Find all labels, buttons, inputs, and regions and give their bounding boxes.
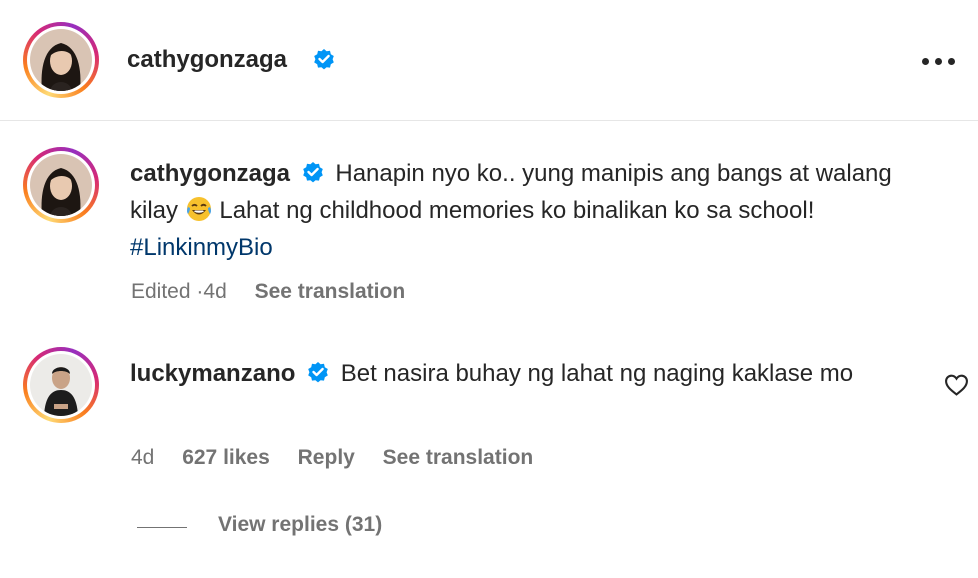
comment-text: luckymanzano Bet nasira buhay ng lahat n… (130, 355, 910, 392)
caption-author-username[interactable]: cathygonzaga (130, 160, 290, 187)
caption-meta: Edited ·4d See translation (131, 280, 405, 304)
post-author-avatar[interactable] (23, 22, 99, 98)
comment-meta: 4d 627 likes Reply See translation (131, 446, 533, 470)
edited-label: Edited (131, 280, 191, 303)
comment-author-avatar[interactable] (23, 347, 99, 423)
like-heart-icon[interactable] (944, 373, 969, 396)
verified-badge-icon (302, 162, 323, 183)
caption-text: cathygonzaga Hanapin nyo ko.. yung manip… (130, 155, 930, 266)
caption-time[interactable]: 4d (203, 280, 226, 303)
view-replies-button[interactable]: View replies (31) (218, 513, 382, 537)
caption-see-translation-button[interactable]: See translation (255, 280, 406, 303)
comment-author-username[interactable]: luckymanzano (130, 360, 295, 387)
hashtag-link[interactable]: #LinkinmyBio (130, 234, 273, 261)
more-options-icon[interactable] (922, 58, 958, 66)
reply-button[interactable]: Reply (298, 446, 355, 469)
post-header: cathygonzaga (0, 0, 978, 121)
caption-author-avatar[interactable] (23, 147, 99, 223)
comment-likes-count[interactable]: 627 likes (182, 446, 270, 469)
verified-badge-icon (308, 362, 328, 383)
caption-body-part2: Lahat ng childhood memories ko binalikan… (219, 197, 815, 224)
post-author-username[interactable]: cathygonzaga (127, 46, 287, 74)
replies-divider (137, 527, 187, 528)
comment-see-translation-button[interactable]: See translation (383, 446, 534, 469)
verified-badge-icon (314, 49, 334, 70)
face-with-tears-of-joy-icon (186, 197, 211, 221)
comment-body: Bet nasira buhay ng lahat ng naging kakl… (340, 360, 854, 387)
comment-time[interactable]: 4d (131, 446, 154, 469)
